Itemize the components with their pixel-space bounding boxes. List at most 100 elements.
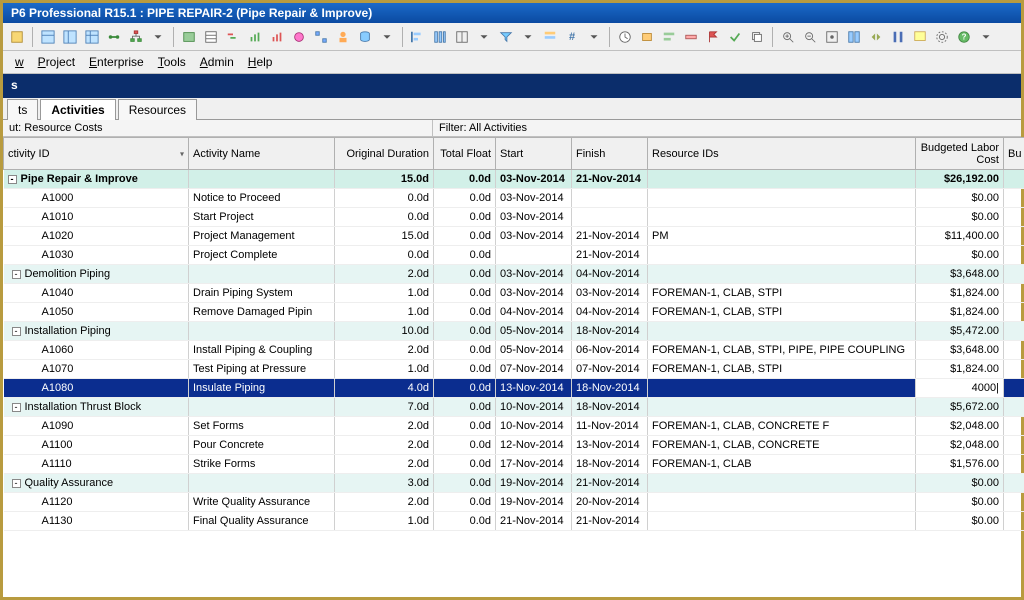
cell-dur[interactable]: 0.0d xyxy=(335,208,434,227)
table-row[interactable]: A1080Insulate Piping4.0d0.0d13-Nov-20141… xyxy=(4,379,1024,398)
cell-id[interactable]: A1110 xyxy=(4,455,189,474)
level-icon[interactable] xyxy=(659,27,679,47)
col-float[interactable]: Total Float xyxy=(434,138,496,170)
col-activity-name[interactable]: Activity Name xyxy=(189,138,335,170)
table-row[interactable]: A1110Strike Forms2.0d0.0d17-Nov-201418-N… xyxy=(4,455,1024,474)
table-row[interactable]: A1000Notice to Proceed0.0d0.0d03-Nov-201… xyxy=(4,189,1024,208)
cell-start[interactable]: 07-Nov-2014 xyxy=(496,360,572,379)
cell-cost[interactable]: $0.00 xyxy=(916,246,1004,265)
cell-name[interactable]: Test Piping at Pressure xyxy=(189,360,335,379)
cell-dur[interactable]: 2.0d xyxy=(335,493,434,512)
table-row[interactable]: -Pipe Repair & Improve15.0d0.0d03-Nov-20… xyxy=(4,170,1024,189)
cell-bud[interactable] xyxy=(1004,208,1024,227)
cost-edit-cell[interactable]: 4000| xyxy=(916,379,1004,398)
cell-cost[interactable]: $3,648.00 xyxy=(916,341,1004,360)
cell-res[interactable] xyxy=(648,322,916,341)
cell-bud[interactable] xyxy=(1004,417,1024,436)
cell-name[interactable]: Remove Damaged Pipin xyxy=(189,303,335,322)
table-row[interactable]: A1130Final Quality Assurance1.0d0.0d21-N… xyxy=(4,512,1024,531)
cell-res[interactable]: FOREMAN-1, CLAB, CONCRETE xyxy=(648,436,916,455)
cell-name[interactable]: Drain Piping System xyxy=(189,284,335,303)
cell-dur[interactable]: 10.0d xyxy=(335,322,434,341)
cell-dur[interactable]: 15.0d xyxy=(335,227,434,246)
cell-bud[interactable] xyxy=(1004,474,1024,493)
cell-finish[interactable]: 13-Nov-2014 xyxy=(572,436,648,455)
number-icon[interactable]: # xyxy=(562,27,582,47)
table-row[interactable]: A1070Test Piping at Pressure1.0d0.0d07-N… xyxy=(4,360,1024,379)
cell-float[interactable]: 0.0d xyxy=(434,436,496,455)
cell-finish[interactable]: 03-Nov-2014 xyxy=(572,284,648,303)
col-start[interactable]: Start xyxy=(496,138,572,170)
menu-enterprise[interactable]: Enterprise xyxy=(83,53,150,71)
cell-cost[interactable]: $1,576.00 xyxy=(916,455,1004,474)
cell-res[interactable] xyxy=(648,398,916,417)
layout-label[interactable]: ut: Resource Costs xyxy=(3,120,433,136)
cell-start[interactable]: 10-Nov-2014 xyxy=(496,417,572,436)
cell-float[interactable]: 0.0d xyxy=(434,189,496,208)
columns-icon[interactable] xyxy=(430,27,450,47)
filter-icon[interactable] xyxy=(496,27,516,47)
menu-admin[interactable]: Admin xyxy=(194,53,240,71)
cell-res[interactable] xyxy=(648,189,916,208)
align-left-icon[interactable] xyxy=(408,27,428,47)
cell-name[interactable]: Install Piping & Coupling xyxy=(189,341,335,360)
cell-float[interactable]: 0.0d xyxy=(434,246,496,265)
cell-cost[interactable]: $5,672.00 xyxy=(916,398,1004,417)
cell-name[interactable] xyxy=(189,265,335,284)
col-bud[interactable]: Bu xyxy=(1004,138,1024,170)
cell-bud[interactable] xyxy=(1004,170,1024,189)
tab-ts[interactable]: ts xyxy=(7,99,38,120)
schedule-icon[interactable] xyxy=(179,27,199,47)
status-icon[interactable] xyxy=(681,27,701,47)
cell-id[interactable]: A1030 xyxy=(4,246,189,265)
cell-start[interactable]: 05-Nov-2014 xyxy=(496,341,572,360)
expand-toggle[interactable]: - xyxy=(12,270,21,279)
cell-cost[interactable]: $0.00 xyxy=(916,189,1004,208)
cell-finish[interactable]: 06-Nov-2014 xyxy=(572,341,648,360)
table-row[interactable]: A1050Remove Damaged Pipin1.0d0.0d04-Nov-… xyxy=(4,303,1024,322)
cell-float[interactable]: 0.0d xyxy=(434,474,496,493)
cell-name[interactable] xyxy=(189,474,335,493)
flag-icon[interactable] xyxy=(703,27,723,47)
cell-name[interactable] xyxy=(189,170,335,189)
cell-finish[interactable]: 21-Nov-2014 xyxy=(572,474,648,493)
cell-float[interactable]: 0.0d xyxy=(434,170,496,189)
cell-res[interactable]: FOREMAN-1, CLAB, STPI xyxy=(648,303,916,322)
cell-float[interactable]: 0.0d xyxy=(434,512,496,531)
cell-float[interactable]: 0.0d xyxy=(434,227,496,246)
cell-dur[interactable]: 2.0d xyxy=(335,417,434,436)
table-row[interactable]: A1020Project Management15.0d0.0d03-Nov-2… xyxy=(4,227,1024,246)
layout1-icon[interactable] xyxy=(38,27,58,47)
gear-icon[interactable] xyxy=(932,27,952,47)
cell-finish[interactable]: 20-Nov-2014 xyxy=(572,493,648,512)
cell-dur[interactable]: 2.0d xyxy=(335,436,434,455)
cell-name[interactable]: Strike Forms xyxy=(189,455,335,474)
zoom-out-icon[interactable] xyxy=(800,27,820,47)
filter-label[interactable]: Filter: All Activities xyxy=(433,120,533,136)
cell-name[interactable]: Project Management xyxy=(189,227,335,246)
tab-activities[interactable]: Activities xyxy=(40,99,115,120)
cell-dur[interactable]: 1.0d xyxy=(335,512,434,531)
table-row[interactable]: A1030Project Complete0.0d0.0d21-Nov-2014… xyxy=(4,246,1024,265)
table-row[interactable]: -Installation Piping10.0d0.0d05-Nov-2014… xyxy=(4,322,1024,341)
cell-cost[interactable]: $2,048.00 xyxy=(916,417,1004,436)
dropdown-arrow-icon[interactable] xyxy=(148,27,168,47)
cell-cost[interactable]: $5,472.00 xyxy=(916,322,1004,341)
dd3-icon[interactable] xyxy=(474,27,494,47)
cell-finish[interactable]: 18-Nov-2014 xyxy=(572,379,648,398)
cell-float[interactable]: 0.0d xyxy=(434,208,496,227)
col-cost[interactable]: Budgeted Labor Cost xyxy=(916,138,1004,170)
cell-start[interactable]: 03-Nov-2014 xyxy=(496,265,572,284)
group-icon[interactable] xyxy=(540,27,560,47)
cell-start[interactable]: 10-Nov-2014 xyxy=(496,398,572,417)
cell-bud[interactable] xyxy=(1004,227,1024,246)
cell-name[interactable] xyxy=(189,398,335,417)
dd5-icon[interactable] xyxy=(584,27,604,47)
data-icon[interactable] xyxy=(355,27,375,47)
cell-start[interactable]: 03-Nov-2014 xyxy=(496,208,572,227)
cell-id[interactable]: A1130 xyxy=(4,512,189,531)
cell-finish[interactable]: 04-Nov-2014 xyxy=(572,303,648,322)
cell-id[interactable]: A1040 xyxy=(4,284,189,303)
cell-bud[interactable] xyxy=(1004,303,1024,322)
cell-bud[interactable] xyxy=(1004,398,1024,417)
